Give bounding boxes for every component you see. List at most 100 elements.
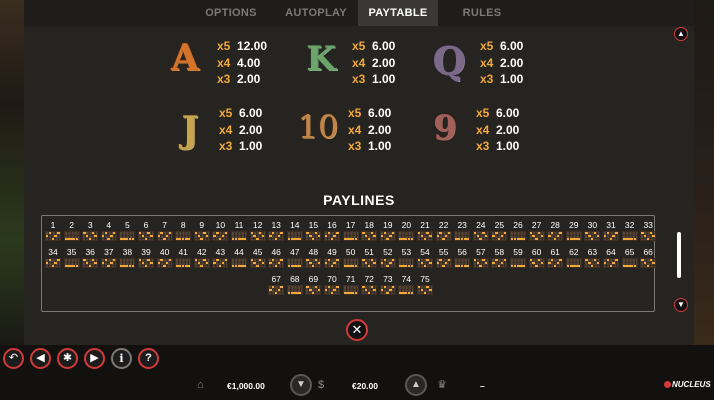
payline-pattern <box>63 258 80 268</box>
close-button[interactable]: ✕ <box>346 319 368 341</box>
payline-53: 53 <box>398 247 415 268</box>
payline-cell <box>577 264 581 267</box>
payline-cell <box>604 234 607 238</box>
payline-number: 20 <box>401 220 412 230</box>
payline-number: 50 <box>345 247 356 257</box>
payline-cell <box>274 264 278 267</box>
payline-cell <box>271 259 275 262</box>
payline-28: 28 <box>547 220 564 241</box>
payline-pattern <box>584 231 601 241</box>
payline-number: 6 <box>143 220 149 230</box>
tab-paytable[interactable]: PAYTABLE <box>358 0 438 26</box>
bet-increase-button[interactable]: ▲ <box>405 374 427 396</box>
win-value: – <box>480 381 485 391</box>
payline-cell <box>429 288 432 292</box>
paytable-modal: OPTIONS AUTOPLAY PAYTABLE RULES A x5 12.0… <box>24 0 694 345</box>
payline-pattern <box>361 258 378 268</box>
payline-cell <box>615 232 618 235</box>
back-button[interactable]: ↶ <box>3 348 24 369</box>
payline-number: 46 <box>271 247 281 257</box>
payline-cell <box>216 232 219 235</box>
payline-cell <box>327 232 331 235</box>
payline-pattern <box>324 258 340 268</box>
scroll-down-button[interactable]: ▼ <box>674 298 688 312</box>
payline-cell <box>131 237 134 240</box>
paylines-title: PAYLINES <box>323 192 395 208</box>
payline-cell <box>410 237 413 240</box>
payline-pattern <box>603 258 619 268</box>
payline-cell <box>503 259 506 262</box>
settings-button[interactable]: ✱ <box>57 348 78 369</box>
payline-cell <box>298 264 302 267</box>
payline-pattern <box>435 231 452 241</box>
payline-pattern <box>119 231 136 241</box>
symbol-j: J <box>181 109 199 151</box>
tab-autoplay[interactable]: AUTOPLAY <box>274 0 358 26</box>
sound-button[interactable]: ◀ <box>30 348 51 369</box>
payline-21: 21 <box>417 220 433 241</box>
payline-cell <box>444 234 448 238</box>
payline-cell <box>590 264 594 267</box>
payline-pattern <box>45 258 61 268</box>
payline-cell <box>46 234 49 238</box>
payline-19: 19 <box>379 220 396 241</box>
scrollbar-thumb[interactable] <box>677 232 681 278</box>
payline-cell <box>54 234 57 238</box>
payline-cell <box>612 234 615 238</box>
help-button[interactable]: ? <box>138 348 159 369</box>
payline-cell <box>200 264 203 267</box>
payline-number: 14 <box>290 220 300 230</box>
payline-pattern <box>231 231 247 241</box>
payline-25: 25 <box>491 220 508 241</box>
payline-cell <box>540 261 544 265</box>
payline-number: 73 <box>383 274 393 284</box>
payline-cell <box>48 259 52 262</box>
payline-cell <box>280 259 283 262</box>
payline-49: 49 <box>324 247 340 268</box>
payline-cell <box>280 232 283 235</box>
payline-9: 9 <box>193 220 210 241</box>
payline-cell <box>497 264 501 267</box>
payline-pattern <box>640 258 657 268</box>
payline-pattern <box>193 258 210 268</box>
tab-rules[interactable]: RULES <box>438 0 526 26</box>
payline-pattern <box>584 258 601 268</box>
payline-cell <box>606 259 610 262</box>
payline-number: 9 <box>199 220 205 230</box>
payline-pattern <box>138 258 154 268</box>
payline-51: 51 <box>361 247 378 268</box>
payline-58: 58 <box>491 247 508 268</box>
payline-61: 61 <box>547 247 564 268</box>
bet-decrease-button[interactable]: ▼ <box>290 374 312 396</box>
payline-cell <box>218 237 222 240</box>
payline-57: 57 <box>472 247 489 268</box>
scroll-up-button[interactable]: ▲ <box>674 27 688 41</box>
info-button[interactable]: i <box>111 348 132 369</box>
payline-cell <box>94 261 97 265</box>
payline-number: 31 <box>606 220 616 230</box>
payline-cell <box>112 259 116 262</box>
payline-cell <box>243 264 246 267</box>
payline-cell <box>380 234 384 238</box>
payline-cell <box>479 264 482 267</box>
payline-cell <box>606 232 610 235</box>
speaker-icon: ◀ <box>36 352 45 364</box>
tab-options[interactable]: OPTIONS <box>188 0 274 26</box>
symbol-k: K <box>306 39 336 79</box>
payline-cell <box>604 261 607 265</box>
payline-number: 1 <box>50 220 56 230</box>
payline-cell <box>243 237 246 240</box>
payline-cell <box>553 237 557 240</box>
payline-pattern <box>212 258 229 268</box>
payline-number: 53 <box>401 247 412 257</box>
payline-cell <box>380 261 384 265</box>
payline-number: 23 <box>457 220 467 230</box>
payline-22: 22 <box>435 220 452 241</box>
payline-cell <box>256 237 259 240</box>
autoplay-button[interactable]: ▶ <box>84 348 105 369</box>
question-icon: ? <box>145 352 152 364</box>
payline-cell <box>386 237 389 240</box>
payline-pattern <box>342 231 359 241</box>
payline-pattern <box>175 231 192 241</box>
payline-number: 41 <box>178 247 188 257</box>
